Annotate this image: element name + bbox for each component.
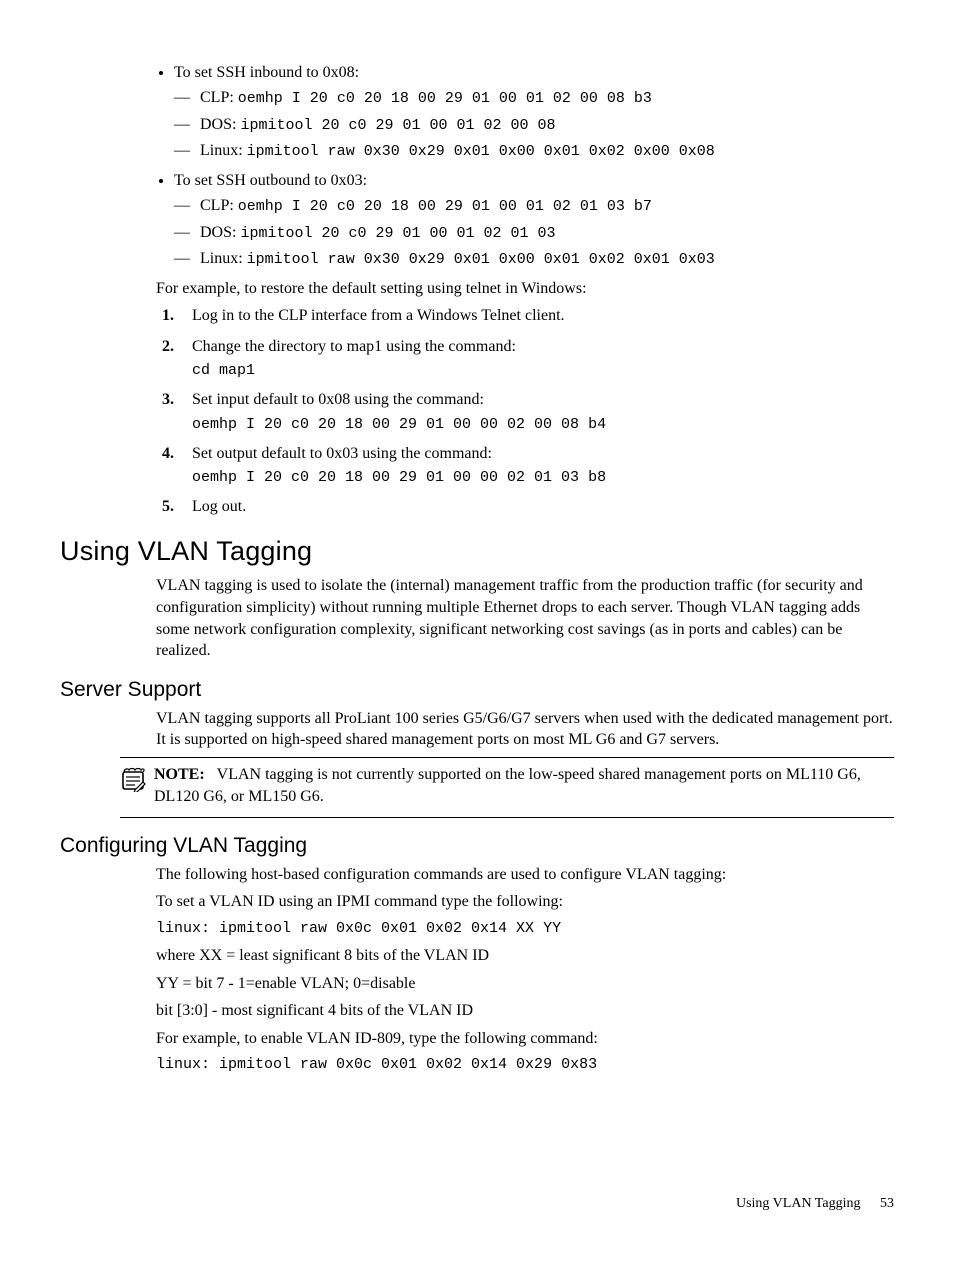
- linux-cmd: ipmitool raw 0x30 0x29 0x01 0x00 0x01 0x…: [247, 251, 715, 268]
- config-cmd1: linux: ipmitool raw 0x0c 0x01 0x02 0x14 …: [156, 919, 894, 939]
- config-p4: YY = bit 7 - 1=enable VLAN; 0=disable: [156, 973, 894, 995]
- linux-line: Linux: ipmitool raw 0x30 0x29 0x01 0x00 …: [200, 139, 894, 164]
- step-1-text: Log in to the CLP interface from a Windo…: [192, 307, 565, 324]
- footer-section: Using VLAN Tagging: [736, 1196, 861, 1211]
- config-p5: bit [3:0] - most significant 4 bits of t…: [156, 1000, 894, 1022]
- steps-list: Log in to the CLP interface from a Windo…: [156, 305, 894, 518]
- example-intro: For example, to restore the default sett…: [156, 278, 894, 300]
- para-server-support: VLAN tagging supports all ProLiant 100 s…: [156, 708, 894, 751]
- clp-cmd: oemhp I 20 c0 20 18 00 29 01 00 01 02 00…: [238, 90, 652, 107]
- clp-line: CLP: oemhp I 20 c0 20 18 00 29 01 00 01 …: [200, 194, 894, 219]
- config-p2: To set a VLAN ID using an IPMI command t…: [156, 891, 894, 913]
- ssh-outbound-cmds: CLP: oemhp I 20 c0 20 18 00 29 01 00 01 …: [174, 194, 894, 272]
- step-2: Change the directory to map1 using the c…: [178, 336, 894, 381]
- step-4: Set output default to 0x03 using the com…: [178, 443, 894, 488]
- dos-line: DOS: ipmitool 20 c0 29 01 00 01 02 01 03: [200, 221, 894, 246]
- config-cmd2: linux: ipmitool raw 0x0c 0x01 0x02 0x14 …: [156, 1055, 894, 1075]
- ssh-outbound-title: To set SSH outbound to 0x03:: [174, 172, 367, 189]
- clp-label: CLP:: [200, 197, 234, 214]
- note-content: NOTE: VLAN tagging is not currently supp…: [154, 764, 894, 809]
- dos-cmd: ipmitool 20 c0 29 01 00 01 02 01 03: [240, 225, 555, 242]
- linux-cmd: ipmitool raw 0x30 0x29 0x01 0x00 0x01 0x…: [247, 143, 715, 160]
- dos-label: DOS:: [200, 224, 236, 241]
- step-3-text: Set input default to 0x08 using the comm…: [192, 391, 484, 408]
- linux-label: Linux:: [200, 142, 243, 159]
- footer-page-number: 53: [880, 1196, 894, 1211]
- step-5: Log out.: [178, 496, 894, 518]
- linux-line: Linux: ipmitool raw 0x30 0x29 0x01 0x00 …: [200, 247, 894, 272]
- heading-using-vlan: Using VLAN Tagging: [60, 536, 894, 567]
- dos-line: DOS: ipmitool 20 c0 29 01 00 01 02 00 08: [200, 113, 894, 138]
- linux-label: Linux:: [200, 250, 243, 267]
- heading-server-support: Server Support: [60, 678, 894, 702]
- dos-label: DOS:: [200, 116, 236, 133]
- ssh-settings-list: To set SSH inbound to 0x08: CLP: oemhp I…: [156, 62, 894, 272]
- ssh-outbound-item: To set SSH outbound to 0x03: CLP: oemhp …: [174, 170, 894, 272]
- ssh-inbound-cmds: CLP: oemhp I 20 c0 20 18 00 29 01 00 01 …: [174, 86, 894, 164]
- ssh-inbound-title: To set SSH inbound to 0x08:: [174, 64, 359, 81]
- step-3: Set input default to 0x08 using the comm…: [178, 389, 894, 434]
- config-p6: For example, to enable VLAN ID-809, type…: [156, 1028, 894, 1050]
- step-1: Log in to the CLP interface from a Windo…: [178, 305, 894, 327]
- dos-cmd: ipmitool 20 c0 29 01 00 01 02 00 08: [240, 117, 555, 134]
- page-footer: Using VLAN Tagging 53: [736, 1196, 894, 1212]
- para-using-vlan: VLAN tagging is used to isolate the (int…: [156, 575, 894, 661]
- clp-label: CLP:: [200, 89, 234, 106]
- config-p1: The following host-based configuration c…: [156, 864, 894, 886]
- step-4-text: Set output default to 0x03 using the com…: [192, 445, 492, 462]
- note-icon: [120, 764, 154, 809]
- step-3-cmd: oemhp I 20 c0 20 18 00 29 01 00 00 02 00…: [192, 414, 894, 435]
- note-text: VLAN tagging is not currently supported …: [154, 766, 861, 805]
- config-p3: where XX = least significant 8 bits of t…: [156, 945, 894, 967]
- note-box: NOTE: VLAN tagging is not currently supp…: [120, 757, 894, 818]
- clp-cmd: oemhp I 20 c0 20 18 00 29 01 00 01 02 01…: [238, 198, 652, 215]
- step-2-cmd: cd map1: [192, 360, 894, 381]
- step-2-text: Change the directory to map1 using the c…: [192, 338, 516, 355]
- note-label: NOTE:: [154, 766, 205, 783]
- ssh-inbound-item: To set SSH inbound to 0x08: CLP: oemhp I…: [174, 62, 894, 164]
- step-5-text: Log out.: [192, 498, 246, 515]
- clp-line: CLP: oemhp I 20 c0 20 18 00 29 01 00 01 …: [200, 86, 894, 111]
- heading-configuring-vlan: Configuring VLAN Tagging: [60, 834, 894, 858]
- step-4-cmd: oemhp I 20 c0 20 18 00 29 01 00 00 02 01…: [192, 467, 894, 488]
